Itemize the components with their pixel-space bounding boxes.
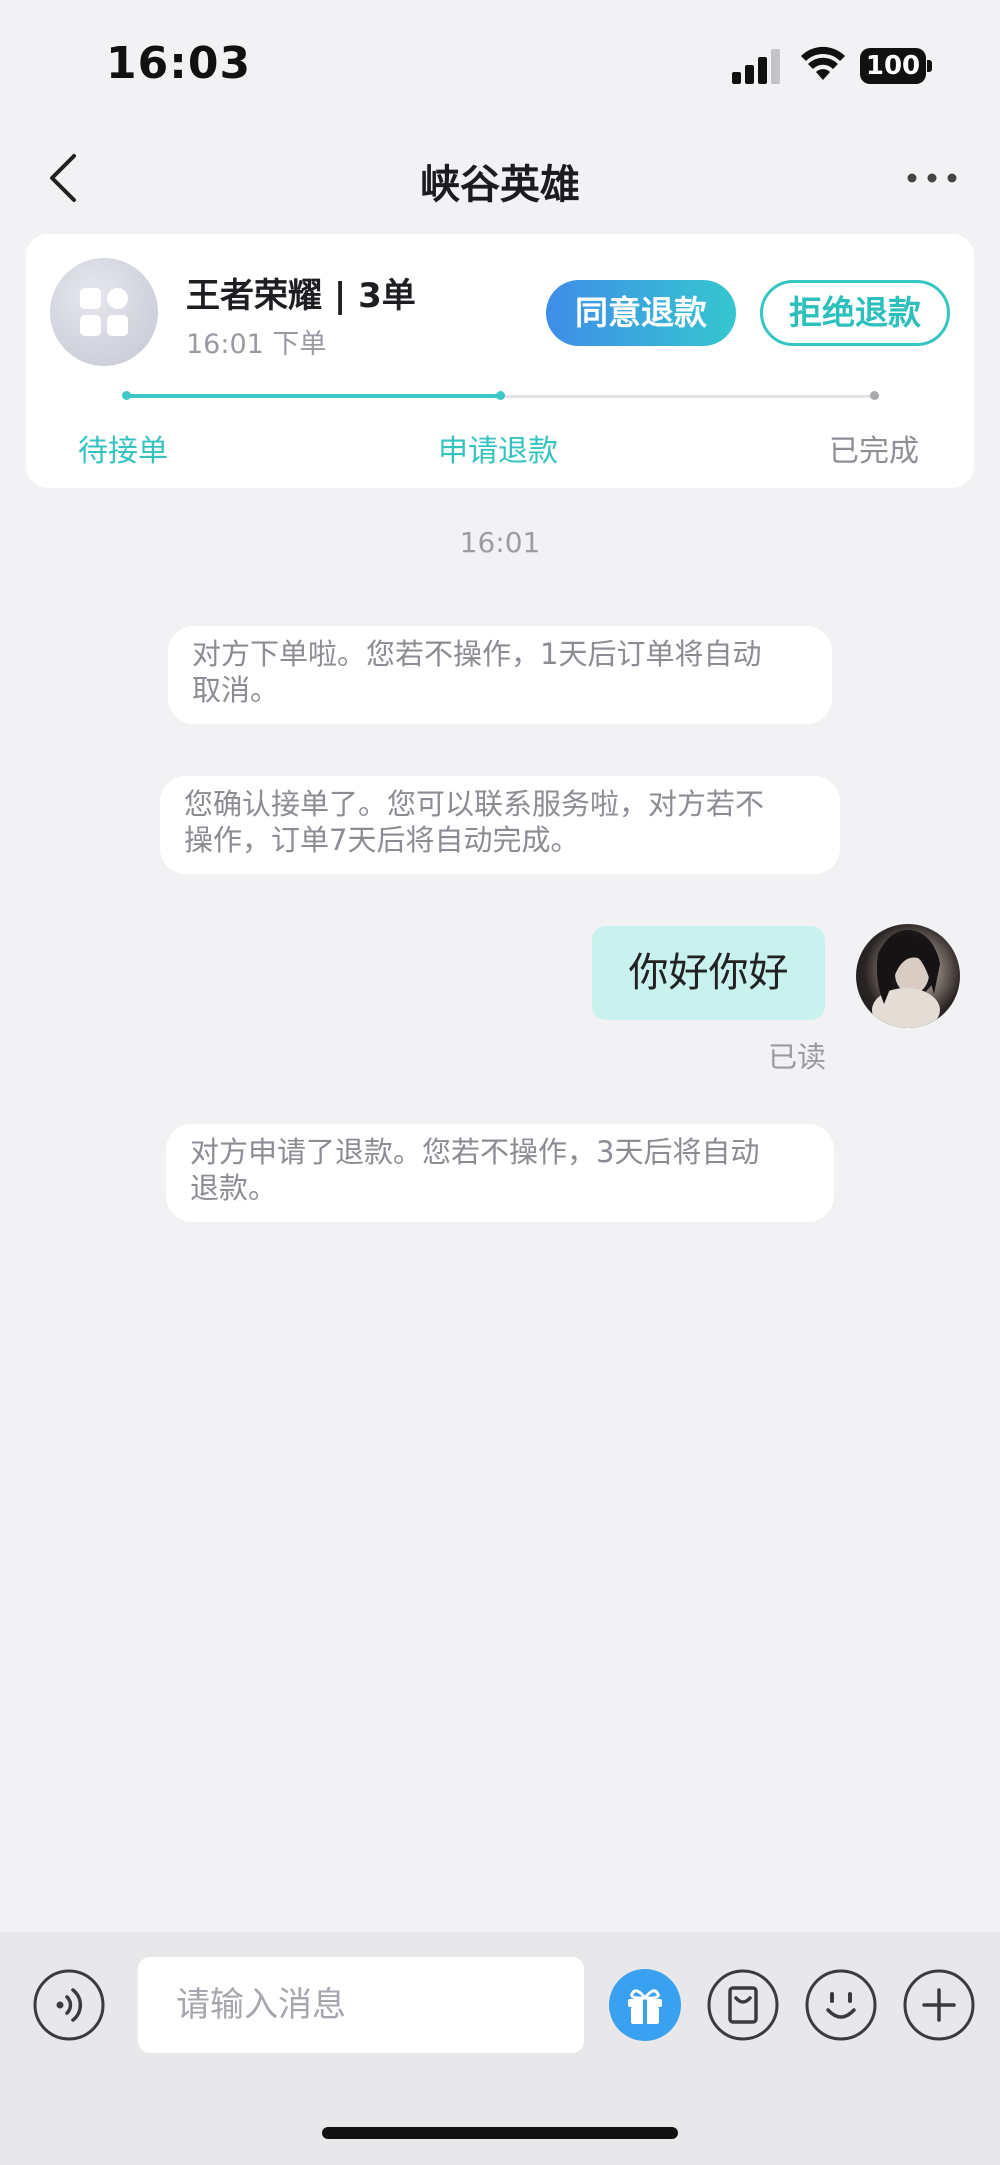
home-indicator[interactable] [322, 2127, 678, 2139]
system-message-line: 操作，订单7天后将自动完成。 [184, 823, 580, 857]
status-bar: 16:03 100 [0, 0, 1000, 130]
nav-bar: 峡谷英雄 [0, 130, 1000, 226]
order-progress-fill [126, 394, 500, 398]
order-time: 16:01 下单 [186, 329, 327, 360]
progress-dot-step-1 [122, 391, 131, 400]
status-time: 16:03 [106, 38, 252, 89]
system-message-line: 对方下单啦。您若不操作，1天后订单将自动 [192, 637, 762, 671]
voice-icon[interactable] [32, 1968, 106, 2042]
order-bag-icon[interactable] [706, 1968, 780, 2042]
chat-timestamp: 16:01 [459, 526, 541, 559]
apps-grid-icon [50, 258, 158, 366]
read-status: 已读 [767, 1040, 826, 1074]
progress-dot-step-2 [496, 391, 505, 400]
system-message-line: 您确认接单了。您可以联系服务啦，对方若不 [184, 787, 765, 821]
wifi-icon [801, 46, 845, 80]
message-input[interactable] [138, 1957, 584, 2053]
avatar[interactable] [856, 924, 960, 1028]
agree-refund-button[interactable]: 同意退款 [546, 280, 736, 346]
order-card: 王者荣耀 | 3单 16:01 下单 同意退款 拒绝退款 待接单 申请退款 已完… [26, 234, 974, 488]
system-message-line: 对方申请了退款。您若不操作，3天后将自动 [190, 1135, 760, 1169]
plus-icon[interactable] [902, 1968, 976, 2042]
system-message: 对方申请了退款。您若不操作，3天后将自动 退款。 [166, 1124, 834, 1222]
system-message: 对方下单啦。您若不操作，1天后订单将自动 取消。 [168, 626, 832, 724]
avatar-photo [872, 930, 940, 1028]
progress-dot-step-3 [870, 391, 879, 400]
step-refund-requested: 申请退款 [438, 434, 558, 469]
system-message-line: 退款。 [190, 1171, 278, 1205]
battery-icon: 100 [860, 48, 932, 84]
step-completed: 已完成 [829, 434, 919, 469]
battery-level: 100 [860, 48, 926, 84]
more-horizontal-icon[interactable] [894, 154, 970, 202]
emoji-icon[interactable] [804, 1968, 878, 2042]
my-message-bubble[interactable]: 你好你好 [592, 926, 825, 1020]
system-message-line: 取消。 [192, 673, 280, 707]
page-title: 峡谷英雄 [420, 162, 580, 208]
system-message: 您确认接单了。您可以联系服务啦，对方若不 操作，订单7天后将自动完成。 [160, 776, 840, 874]
chevron-left-icon[interactable] [36, 146, 96, 210]
reject-refund-button[interactable]: 拒绝退款 [760, 280, 950, 346]
step-pending-accept: 待接单 [78, 434, 168, 469]
gift-icon[interactable] [608, 1968, 682, 2042]
order-title: 王者荣耀 | 3单 [186, 276, 416, 316]
signal-icon [732, 49, 780, 84]
